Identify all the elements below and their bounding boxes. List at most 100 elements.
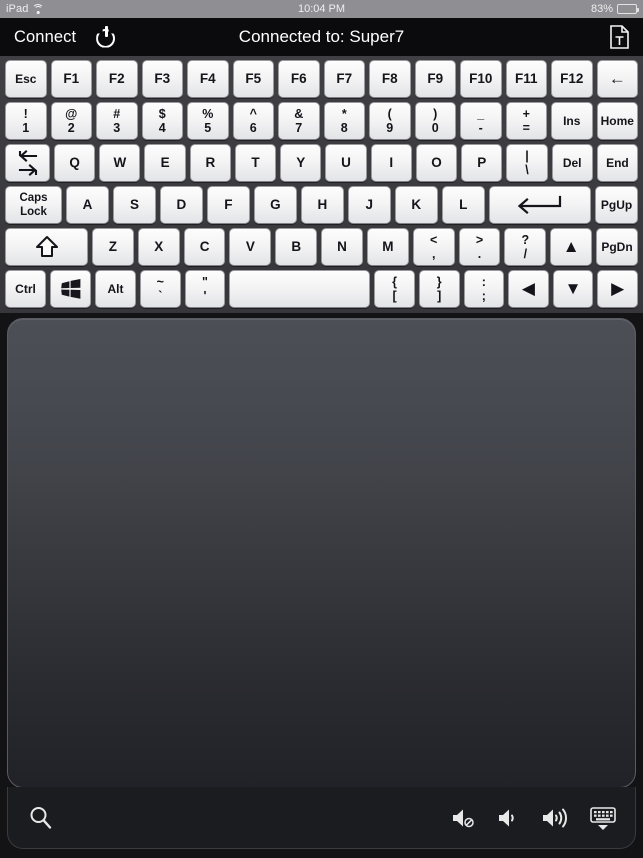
key-6[interactable]: ^ 6 [232,102,274,140]
key-x[interactable]: X [137,228,180,266]
key-r[interactable]: R [189,144,231,182]
key-period[interactable]: >. [458,228,501,266]
key-c[interactable]: C [183,228,226,266]
key-8[interactable]: * 8 [323,102,365,140]
power-icon[interactable] [94,25,118,49]
key-f5[interactable]: F5 [232,60,274,98]
key-base-label: 7 [295,120,303,135]
app-navigation-bar: Connect Connected to: Super7 [0,18,643,56]
key-bracket-right[interactable]: }] [418,270,460,308]
key-p[interactable]: P [461,144,503,182]
key-k[interactable]: K [394,186,438,224]
key-3[interactable]: #3 [96,102,138,140]
key-slash[interactable]: ? / [504,228,547,266]
key-5[interactable]: % 5 [187,102,229,140]
key-caps-lock[interactable]: Caps Lock [5,186,62,224]
key-delete[interactable]: Del [551,144,593,182]
key-shift[interactable] [5,228,88,266]
key-9[interactable]: (9 [369,102,411,140]
key-tab[interactable] [5,144,50,182]
connect-button[interactable]: Connect [14,28,76,47]
key-y[interactable]: Y [280,144,322,182]
key-q[interactable]: Q [54,144,96,182]
key-equals[interactable]: + = [505,102,547,140]
key-g[interactable]: G [253,186,297,224]
key-d[interactable]: D [159,186,203,224]
key-u[interactable]: U [325,144,367,182]
key-shift-label: ! [23,106,28,121]
key-label: Del [562,155,582,170]
key-f[interactable]: F [206,186,250,224]
key-f6[interactable]: F6 [278,60,320,98]
key-minus[interactable]: _ - [460,102,502,140]
key-label: F4 [199,71,216,87]
key-insert[interactable]: Ins [551,102,593,140]
key-backslash[interactable]: | \ [506,144,548,182]
key-semicolon[interactable]: :; [463,270,505,308]
key-enter[interactable] [488,186,592,224]
key-page-down[interactable]: PgDn [596,228,638,266]
key-o[interactable]: O [415,144,458,182]
key-end[interactable]: End [596,144,639,182]
key-ctrl[interactable]: Ctrl [5,270,46,308]
key-f2[interactable]: F2 [96,60,138,98]
key-n[interactable]: N [321,228,363,266]
key-page-up[interactable]: PgUp [595,186,639,224]
key-label: F3 [154,71,171,87]
key-h[interactable]: H [300,186,344,224]
volume-mute-icon[interactable] [451,806,477,830]
key-w[interactable]: W [99,144,141,182]
key-7[interactable]: & 7 [278,102,320,140]
search-icon[interactable] [26,803,56,833]
key-f3[interactable]: F3 [141,60,183,98]
key-0[interactable]: ) 0 [414,102,456,140]
key-shift-label: ( [387,106,392,121]
key-i[interactable]: I [370,144,412,182]
volume-down-icon[interactable] [497,806,521,830]
key-quote[interactable]: " ' [184,270,226,308]
key-f12[interactable]: F12 [551,60,593,98]
key-f4[interactable]: F4 [187,60,229,98]
key-esc[interactable]: Esc [5,60,47,98]
key-f9[interactable]: F9 [414,60,456,98]
key-home[interactable]: Home [596,102,638,140]
key-f8[interactable]: F8 [369,60,411,98]
key-windows[interactable] [50,270,91,308]
key-e[interactable]: E [144,144,186,182]
key-a[interactable]: A [66,186,109,224]
volume-up-icon[interactable] [541,806,569,830]
key-backspace[interactable]: ← [596,60,638,98]
key-arrow-left[interactable]: ◀ [508,270,549,308]
key-1[interactable]: ! 1 [5,102,47,140]
key-b[interactable]: B [275,228,318,266]
key-f11[interactable]: F11 [505,60,547,98]
key-j[interactable]: J [347,186,391,224]
key-m[interactable]: M [366,228,409,266]
key-t[interactable]: T [234,144,277,182]
key-bracket-left[interactable]: {[ [374,270,415,308]
key-s[interactable]: S [112,186,156,224]
hide-keyboard-icon[interactable] [589,805,617,831]
key-arrow-down[interactable]: ▼ [552,270,594,308]
trackpad-surface[interactable] [7,318,636,788]
key-4[interactable]: $4 [141,102,183,140]
key-arrow-up[interactable]: ▲ [550,228,593,266]
key-f1[interactable]: F1 [50,60,92,98]
key-space[interactable] [229,270,371,308]
key-z[interactable]: Z [92,228,134,266]
key-shift-label: ? [521,232,530,247]
key-l[interactable]: L [441,186,485,224]
key-base-label: / [523,246,528,261]
key-comma[interactable]: <, [412,228,455,266]
key-2[interactable]: @2 [50,102,92,140]
key-arrow-right[interactable]: ▶ [597,270,639,308]
key-v[interactable]: V [229,228,272,266]
key-f7[interactable]: F7 [323,60,365,98]
text-document-icon[interactable] [610,25,629,49]
key-f10[interactable]: F10 [460,60,502,98]
key-shift-label: * [341,106,347,121]
key-grave[interactable]: ~ ` [140,270,181,308]
key-label: End [606,155,629,170]
key-label: ◀ [521,279,535,299]
key-alt[interactable]: Alt [95,270,136,308]
